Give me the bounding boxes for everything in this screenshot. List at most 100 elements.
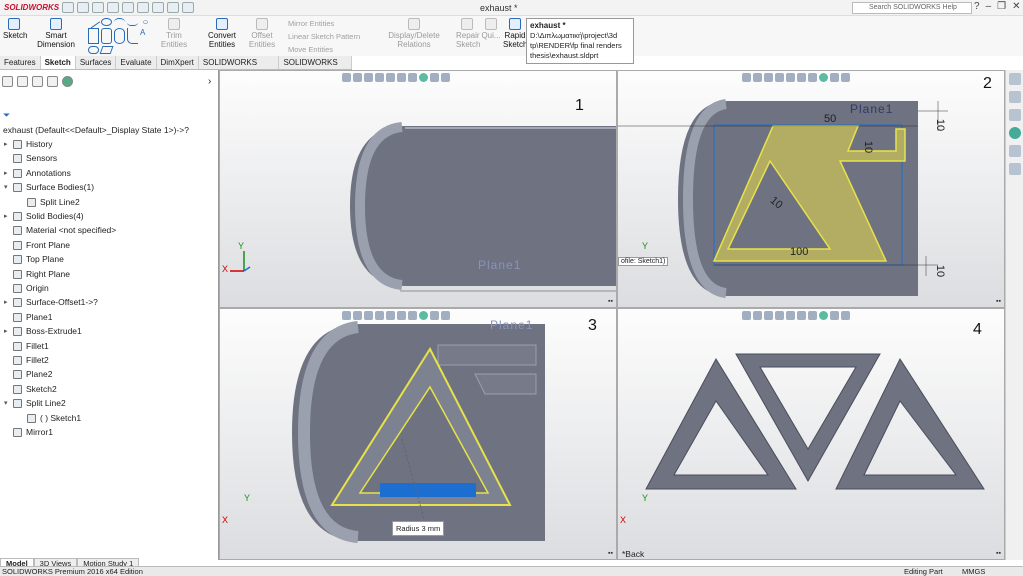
minimize-icon[interactable]: – (986, 1, 992, 12)
save-icon[interactable] (107, 2, 119, 13)
fillet-icon[interactable] (127, 28, 138, 44)
view-palette-icon[interactable] (1008, 163, 1021, 175)
dimxpert-icon[interactable] (47, 76, 58, 87)
appearances-icon[interactable] (1008, 127, 1021, 139)
search-help-input[interactable]: Search SOLIDWORKS Help (852, 2, 972, 14)
circle-icon[interactable] (101, 18, 112, 27)
text-icon[interactable]: A (140, 28, 151, 43)
linear-sketch-pattern-button[interactable]: Linear Sketch Pattern (288, 32, 360, 41)
dimension-10-bottom[interactable]: 10 (934, 265, 946, 277)
tree-item[interactable]: Sensors (4, 153, 57, 164)
tree-item[interactable]: Material <not specified> (4, 225, 116, 236)
tree-item[interactable]: Split Line2 (18, 197, 80, 208)
repair-sketch-button[interactable]: Repair Sketch (456, 18, 480, 49)
expand-arrow-icon[interactable]: ▾ (4, 398, 11, 409)
restore-icon[interactable]: ❐ (997, 1, 1006, 12)
tree-item[interactable]: ▾ Surface Bodies(1) (4, 182, 94, 193)
point-icon[interactable] (143, 20, 148, 24)
tree-item[interactable]: Fillet1 (4, 341, 49, 352)
solidworks-logo[interactable]: SOLIDWORKS (4, 2, 59, 14)
open-icon[interactable] (92, 2, 104, 13)
display-manager-icon[interactable] (62, 76, 73, 87)
tree-item[interactable]: ▸ Annotations (4, 168, 71, 179)
tree-item[interactable]: ▾ Split Line2 (4, 398, 66, 409)
tree-item[interactable]: Origin (4, 283, 49, 294)
polygon-icon[interactable] (101, 28, 112, 44)
radius-callout[interactable]: Radius 3 mm (392, 521, 445, 536)
home-icon[interactable] (62, 2, 74, 13)
close-icon[interactable]: ✕ (1012, 1, 1020, 12)
tree-item[interactable]: Right Plane (4, 269, 70, 280)
tab-addins[interactable]: SOLIDWORKS Add-Ins (199, 56, 280, 80)
expand-arrow-icon[interactable]: ▾ (4, 182, 11, 193)
tab-sketch[interactable]: Sketch (40, 56, 76, 69)
tree-root-part[interactable]: exhaust (Default<<Default>_Display State… (3, 125, 189, 135)
viewport-4[interactable]: 4 *Back Y X ▪▪ (617, 308, 1005, 560)
tree-item[interactable]: Front Plane (4, 240, 70, 251)
expand-arrow-icon[interactable]: ▸ (4, 168, 11, 179)
viewport-1[interactable]: 1 Plane1 Y X ▪▪ (219, 70, 617, 308)
sketch-button[interactable]: Sketch (3, 18, 27, 40)
viewport-corner-icons[interactable]: ▪▪ (608, 298, 613, 305)
tree-item[interactable]: ▸ Boss-Extrude1 (4, 326, 82, 337)
slot-icon[interactable] (88, 45, 99, 54)
tree-item[interactable]: ▸ History (4, 139, 52, 150)
dimension-50[interactable]: 50 (824, 113, 836, 125)
dimension-10-inner[interactable]: 10 (862, 141, 874, 153)
smart-dimension-button[interactable]: Smart Dimension (27, 18, 85, 49)
expand-arrow-icon[interactable]: ▸ (4, 326, 11, 337)
offset-entities-button[interactable]: Offset Entities (248, 18, 276, 49)
tree-item[interactable]: Mirror1 (4, 427, 53, 438)
tree-item[interactable]: Plane2 (4, 369, 52, 380)
dimension-10-top[interactable]: 10 (934, 119, 946, 131)
arc-icon[interactable] (114, 18, 125, 26)
feature-tree-icon[interactable] (2, 76, 13, 87)
rapid-sketch-button[interactable]: Rapid Sketch (503, 18, 527, 49)
expand-arrow-icon[interactable]: ▸ (4, 139, 11, 150)
tree-item[interactable]: ( ) Sketch1 (18, 413, 81, 424)
filter-icon[interactable]: ⏷ (3, 110, 10, 121)
design-library-icon[interactable] (1008, 91, 1021, 103)
options-gear-icon[interactable] (182, 2, 194, 13)
viewport-3[interactable]: 3 Plane1 Radius 3 mm Y X ▪▪ (219, 308, 617, 560)
line-icon[interactable] (86, 15, 101, 29)
undo-icon[interactable] (137, 2, 149, 13)
trim-entities-button[interactable]: Trim Entities (152, 18, 196, 49)
viewport-corner-icons[interactable]: ▪▪ (608, 550, 613, 557)
tab-features[interactable]: Features (0, 56, 41, 69)
units-selector[interactable]: MMGS (962, 567, 985, 576)
tree-item[interactable]: ▸ Solid Bodies(4) (4, 211, 84, 222)
tab-evaluate[interactable]: Evaluate (116, 56, 157, 69)
tree-item[interactable]: Sketch2 (4, 384, 57, 395)
new-document-icon[interactable] (77, 2, 89, 13)
plane-icon[interactable] (99, 45, 114, 54)
help-icon[interactable]: ? (974, 1, 980, 12)
tree-item[interactable]: Plane1 (4, 312, 52, 323)
resources-icon[interactable] (1008, 73, 1021, 85)
tab-surfaces[interactable]: Surfaces (76, 56, 117, 69)
expand-chevron-icon[interactable]: › (208, 76, 211, 87)
ellipse-icon[interactable] (114, 28, 125, 44)
rebuild-icon[interactable] (167, 2, 179, 13)
display-delete-relations-button[interactable]: Display/Delete Relations (372, 18, 456, 49)
convert-entities-button[interactable]: Convert Entities (196, 18, 248, 49)
property-manager-icon[interactable] (17, 76, 28, 87)
quick-snaps-button[interactable]: Qui... (480, 18, 502, 40)
expand-arrow-icon[interactable]: ▸ (4, 211, 11, 222)
tree-item[interactable]: ▸ Surface-Offset1->? (4, 297, 98, 308)
mirror-entities-button[interactable]: Mirror Entities (288, 19, 334, 28)
dimension-100[interactable]: 100 (790, 246, 808, 258)
expand-arrow-icon[interactable]: ▸ (4, 297, 11, 308)
rectangle-icon[interactable] (88, 28, 99, 44)
configuration-icon[interactable] (32, 76, 43, 87)
custom-properties-icon[interactable] (1008, 145, 1021, 157)
select-icon[interactable] (152, 2, 164, 13)
viewport-corner-icons[interactable]: ▪▪ (996, 550, 1001, 557)
viewport-2[interactable]: 2 Plane1 50 10 10 10 100 10 ofile: Sketc… (617, 70, 1005, 308)
tree-item[interactable]: Fillet2 (4, 355, 49, 366)
print-icon[interactable] (122, 2, 134, 13)
tab-dimxpert[interactable]: DimXpert (157, 56, 199, 69)
tab-mbd[interactable]: SOLIDWORKS MBD (279, 56, 352, 80)
spline-icon[interactable] (127, 18, 138, 27)
viewport-corner-icons[interactable]: ▪▪ (996, 298, 1001, 305)
